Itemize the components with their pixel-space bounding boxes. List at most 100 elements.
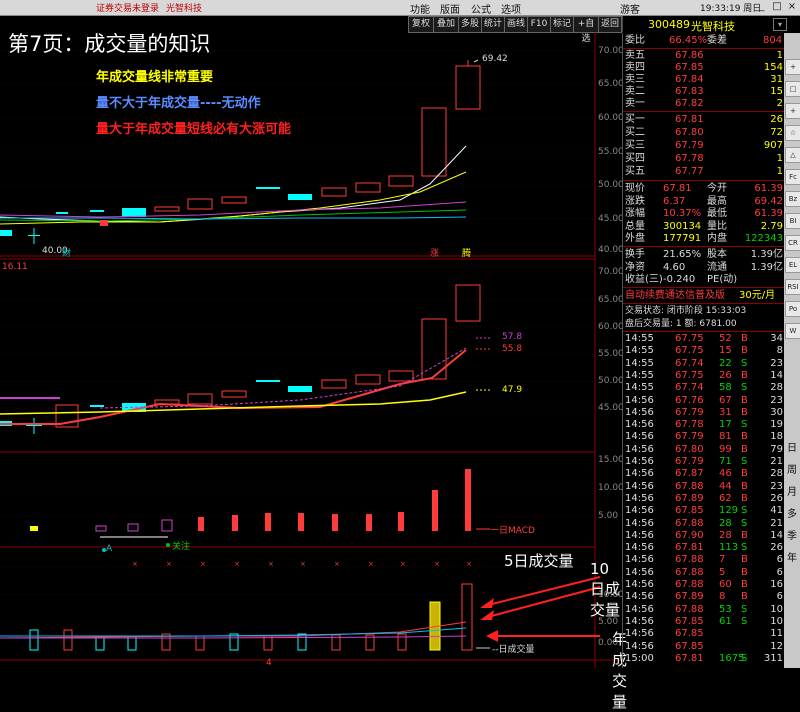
tick-count: 21 [770,456,783,467]
bid-label: 买二 [625,127,645,138]
close-button[interactable]: × [785,1,799,13]
f10-button[interactable]: F10 [527,16,551,33]
stat-value: -0.240 [663,274,696,285]
promo-row[interactable]: 自动续费通达信普及版 30元/月 [623,290,785,302]
back-button[interactable]: 返回 [598,16,622,33]
tick-direction: S [741,652,748,664]
side-tool-icon[interactable]: RSI [785,279,800,295]
kline-chart-area[interactable]: × × × × × × × × × × × 第7页：成交量的知识 年成交量线非常… [0,32,627,711]
period-button[interactable]: 日 [787,439,797,454]
tick-direction: S [741,505,748,517]
guest-label[interactable]: 游客 [620,1,640,16]
draw-line-button[interactable]: 画线 [504,16,528,33]
tick-time: 14:56 [625,456,654,467]
tick-row: 14:55 67.75 26 B 14 [623,370,785,382]
tick-count: 6 [776,591,783,603]
tick-time: 14:56 [625,579,654,590]
tick-price: 67.89 [675,591,704,603]
stat-label: 股本 [707,249,727,260]
minimize-button[interactable]: _ [755,1,769,13]
tick-price: 67.88 [675,566,704,578]
tick-count: 26 [770,492,783,504]
tick-time: 14:56 [625,566,654,578]
bid-price: 67.78 [675,153,704,164]
tick-direction: B [741,443,748,455]
multi-stock-button[interactable]: 多股 [458,16,482,33]
a-marker: A [106,544,113,554]
tick-direction: B [741,333,748,344]
tick-count: 16 [770,579,783,590]
page-title: 第7页：成交量的知识 [8,32,211,56]
tick-price: 67.75 [675,369,704,381]
period-button[interactable]: 月 [787,483,797,498]
tick-count: 23 [770,357,783,369]
tick-row: 14:56 67.88 53 S 10 [623,604,785,616]
side-tool-icon[interactable]: W [785,323,800,339]
add-favorite-button[interactable]: +自选 [573,16,599,44]
top-menu-bar: 证券交易未登录 光智科技 功能 版面 公式 选项 游客 19:33:19 周日 … [0,0,800,16]
stat-label: 最高 [707,195,727,207]
promo-price[interactable]: 30元/月 [739,290,775,302]
bid-row: 买四 67.78 1 [623,153,785,165]
side-tool-icon[interactable]: Bz [785,191,800,207]
bid-label: 买一 [625,114,645,125]
peak-price-label: 69.42 [482,54,508,64]
period-button[interactable]: 季 [787,527,797,542]
bid-row: 买二 67.80 72 [623,127,785,139]
panel3-bars [30,469,490,538]
period-button[interactable]: 年 [787,549,797,564]
weicha-value: 804 [763,35,783,46]
tick-time: 14:56 [625,640,654,652]
tick-volume: 61 [719,615,732,627]
tick-price: 67.85 [675,628,704,640]
tick-count: 8 [776,345,783,357]
menu-function[interactable]: 功能 [410,1,430,16]
menu-formula[interactable]: 公式 [471,1,491,16]
maximize-button[interactable]: □ [770,1,784,13]
login-status[interactable]: 证券交易未登录 [96,1,159,14]
side-tool-icon[interactable]: BI [785,213,800,229]
period-button[interactable]: 周 [787,461,797,476]
bid-row: 买三 67.79 907 [623,140,785,152]
side-tool-icon[interactable]: CR [785,235,800,251]
tick-count: 14 [770,529,783,541]
stock-menu-icon[interactable]: ▾ [773,18,787,31]
bid-price: 67.81 [675,114,704,125]
tick-count: 6 [776,566,783,578]
svg-text:×: × [200,560,206,568]
bid-row: 买五 67.77 1 [623,166,785,178]
note-yearly-volume: 年成交量线非常重要 [96,70,214,85]
side-tool-icon[interactable]: + [785,103,800,119]
svg-text:×: × [334,560,340,568]
tick-count: 21 [770,517,783,529]
ask-price: 67.85 [675,62,704,73]
mark-button[interactable]: 标记 [550,16,574,33]
menu-layout[interactable]: 版面 [440,1,460,16]
fuquan-button[interactable]: 复权 [408,16,434,33]
tick-volume: 52 [719,333,732,344]
menu-options[interactable]: 选项 [501,1,521,16]
stat-value: 6.37 [663,195,686,207]
tick-direction: S [741,382,748,394]
tick-price: 67.74 [675,382,704,394]
tick-time: 14:56 [625,529,654,541]
side-tool-icon[interactable]: Po [785,301,800,317]
tick-direction: B [741,431,748,443]
tick-price: 67.89 [675,492,704,504]
overlay-button[interactable]: 叠加 [433,16,459,33]
ask-label: 卖一 [625,98,645,109]
side-tool-icon[interactable]: △ [785,147,800,163]
side-tool-icon[interactable]: □ [785,81,800,97]
ask-row: 卖三 67.84 31 [623,74,785,86]
statistics-button[interactable]: 统计 [481,16,505,33]
side-tool-icon[interactable]: ☆ [785,125,800,141]
side-tool-icon[interactable]: EL [785,257,800,273]
promo-text[interactable]: 自动续费通达信普及版 [625,290,725,302]
tick-time: 14:56 [625,517,654,529]
tick-row: 14:56 67.87 46 B 28 [623,468,785,480]
period-button[interactable]: 多 [787,505,797,520]
side-tool-icon[interactable]: Fc [785,169,800,185]
bid-label: 买五 [625,166,645,177]
side-tool-icon[interactable]: + [785,59,800,75]
tick-price: 67.75 [675,345,704,357]
